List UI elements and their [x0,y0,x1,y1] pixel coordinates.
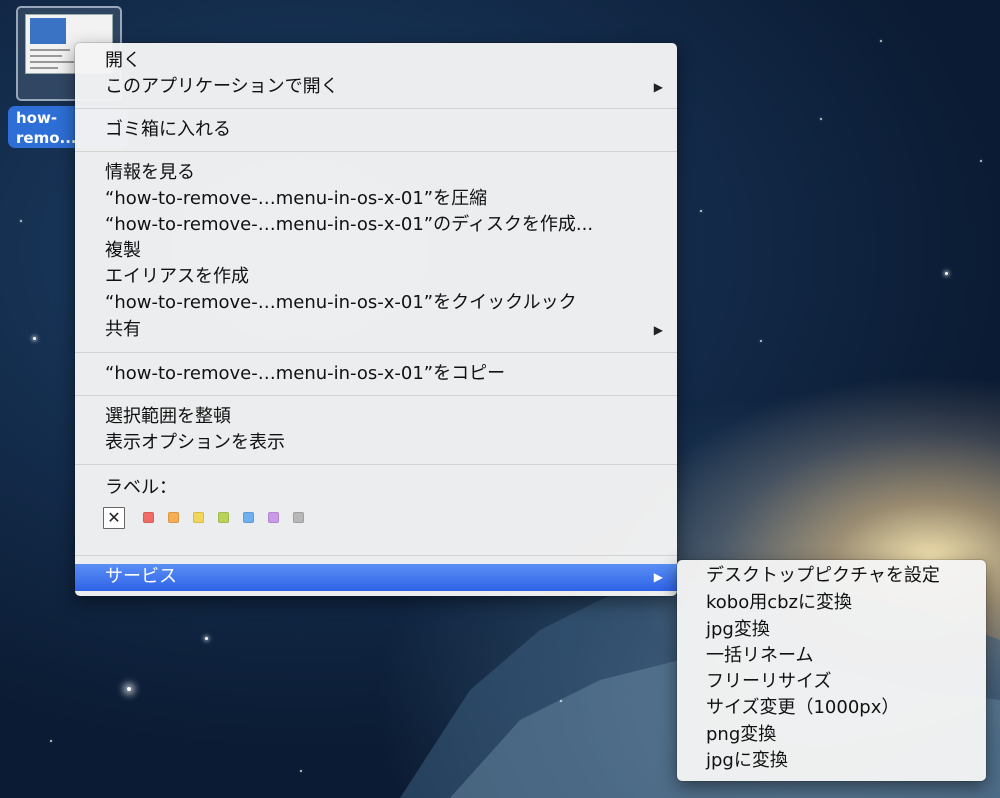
menu-item-compress[interactable]: “how-to-remove-…menu-in-os-x-01”を圧縮 [75,186,677,212]
submenu-arrow-icon: ▶ [653,80,663,94]
label-red-button[interactable] [143,512,154,523]
menu-item-label: 複製 [105,240,141,261]
menu-item-label: 共有 [105,319,141,340]
services-submenu: デスクトップピクチャを設定 kobo用cbzに変換 jpg変換 一括リネーム フ… [677,560,986,781]
star-decoration [880,40,882,42]
service-item-free-resize[interactable]: フリーリサイズ [677,669,986,695]
star-decoration [560,700,562,702]
menu-item-get-info[interactable]: 情報を見る [75,160,677,186]
menu-item-services[interactable]: サービス ▶ [75,564,677,591]
menu-separator [75,352,677,353]
label-gray-button[interactable] [293,512,304,523]
menu-separator [75,395,677,396]
star-decoration [205,637,208,640]
label-yellow-button[interactable] [193,512,204,523]
menu-item-duplicate[interactable]: 複製 [75,238,677,264]
menu-item-open[interactable]: 開く [75,48,677,74]
menu-item-move-to-trash[interactable]: ゴミ箱に入れる [75,117,677,143]
star-decoration [945,272,948,275]
menu-item-burn[interactable]: “how-to-remove-…menu-in-os-x-01”のディスクを作成… [75,212,677,238]
star-decoration [300,770,302,772]
close-icon: ✕ [107,508,121,527]
label-blue-button[interactable] [243,512,254,523]
star-decoration [127,687,131,691]
menu-item-label: エイリアスを作成 [105,266,249,287]
submenu-arrow-icon: ▶ [653,570,663,584]
label-orange-button[interactable] [168,512,179,523]
submenu-arrow-icon: ▶ [653,323,663,337]
menu-item-share[interactable]: 共有 ▶ [75,317,677,343]
service-item-convert-to-jpg[interactable]: jpgに変換 [677,748,986,774]
star-decoration [700,210,702,212]
service-item-jpg-convert[interactable]: jpg変換 [677,617,986,643]
menu-item-label: このアプリケーションで開く [105,76,339,97]
service-item-set-desktop-picture[interactable]: デスクトップピクチャを設定 [677,563,986,589]
menu-item-label: 選択範囲を整頓 [105,406,231,427]
menu-item-label: “how-to-remove-…menu-in-os-x-01”を圧縮 [105,188,488,209]
star-decoration [33,337,36,340]
label-none-button[interactable]: ✕ [103,507,125,529]
menu-item-copy[interactable]: “how-to-remove-…menu-in-os-x-01”をコピー [75,361,677,387]
service-item-convert-cbz[interactable]: kobo用cbzに変換 [677,590,986,616]
service-item-resize-1000[interactable]: サイズ変更（1000px） [677,695,986,721]
menu-item-label: ゴミ箱に入れる [105,119,231,140]
service-item-png-convert[interactable]: png変換 [677,722,986,748]
label-green-button[interactable] [218,512,229,523]
menu-item-label: “how-to-remove-…menu-in-os-x-01”のディスクを作成… [105,214,594,235]
menu-separator [75,555,677,556]
context-menu: 開く このアプリケーションで開く ▶ ゴミ箱に入れる 情報を見る “how-to-… [75,43,677,596]
menu-separator [75,464,677,465]
menu-item-label: サービス [105,566,177,587]
service-item-batch-rename[interactable]: 一括リネーム [677,643,986,669]
star-decoration [20,220,22,222]
star-decoration [760,340,762,342]
menu-separator [75,151,677,152]
menu-item-label: 開く [105,50,141,71]
menu-item-clean-up[interactable]: 選択範囲を整頓 [75,404,677,430]
star-decoration [50,740,52,742]
menu-item-label: “how-to-remove-…menu-in-os-x-01”をコピー [105,363,506,384]
star-decoration [980,160,982,162]
menu-item-label: 表示オプションを表示 [105,432,285,453]
star-decoration [820,118,822,120]
menu-separator [75,108,677,109]
menu-item-open-with[interactable]: このアプリケーションで開く ▶ [75,74,677,100]
menu-item-label: “how-to-remove-…menu-in-os-x-01”をクイックルック [105,292,577,313]
label-heading: ラベル： [75,475,677,501]
label-heading-text: ラベル： [105,477,177,498]
menu-item-label: 情報を見る [105,162,195,183]
menu-item-make-alias[interactable]: エイリアスを作成 [75,264,677,290]
menu-item-quick-look[interactable]: “how-to-remove-…menu-in-os-x-01”をクイックルック [75,290,677,316]
menu-item-view-options[interactable]: 表示オプションを表示 [75,430,677,456]
label-purple-button[interactable] [268,512,279,523]
